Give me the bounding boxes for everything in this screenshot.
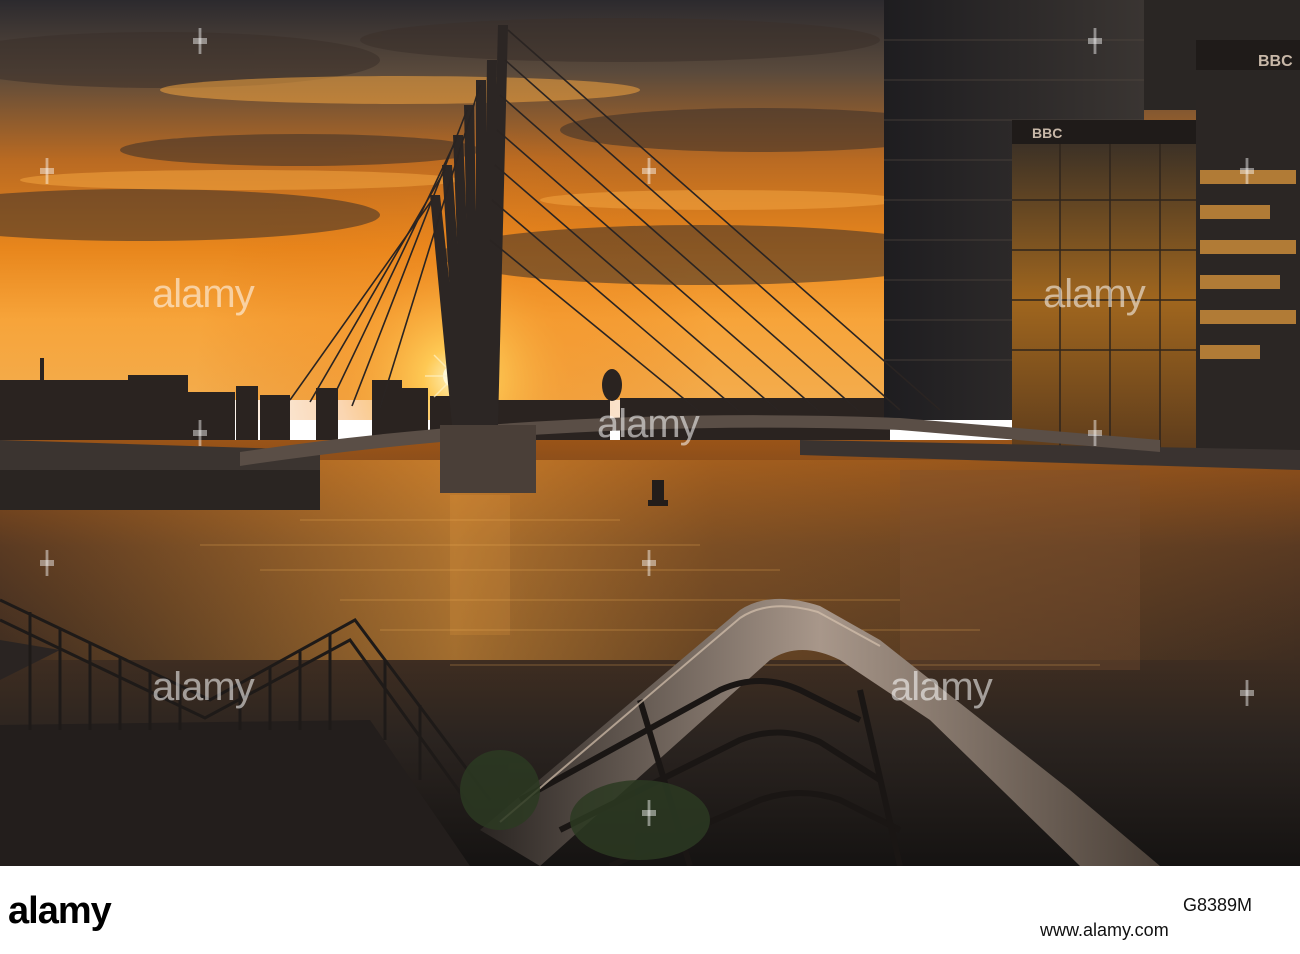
site-credit-link[interactable]: www.alamy.com xyxy=(1040,920,1169,941)
watermark-cross-icon xyxy=(1240,158,1254,184)
bbc-sign-2: BBC xyxy=(1258,53,1293,70)
watermark-text: alamy xyxy=(597,402,700,446)
watermark-cross-icon xyxy=(642,550,656,576)
watermark-cross-icon xyxy=(40,158,54,184)
watermark-text: alamy xyxy=(890,665,993,709)
watermark-cross-icon xyxy=(1088,420,1102,446)
watermark-cross-icon xyxy=(193,420,207,446)
watermark-cross-icon xyxy=(40,550,54,576)
watermark-text: alamy xyxy=(152,665,255,709)
watermark-cross-icon xyxy=(1088,28,1102,54)
bridge-pier xyxy=(440,425,536,493)
watermark-text: alamy xyxy=(152,272,255,316)
watermark-text: alamy xyxy=(1043,272,1146,316)
image-id-label: G8389M xyxy=(1183,895,1253,915)
alamy-logo[interactable]: alamy xyxy=(8,890,112,933)
watermark-cross-icon xyxy=(642,800,656,826)
watermark-cross-icon xyxy=(193,28,207,54)
watermark-cross-icon xyxy=(1240,680,1254,706)
watermark-cross-icon xyxy=(642,158,656,184)
bbc-sign: BBC xyxy=(1032,125,1062,141)
